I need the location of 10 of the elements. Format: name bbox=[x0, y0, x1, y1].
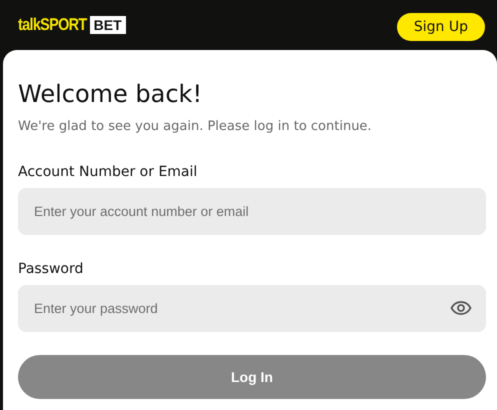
welcome-title: Welcome back! bbox=[18, 79, 204, 110]
welcome-subtitle: We're glad to see you again. Please log in to continue. bbox=[18, 118, 373, 136]
field-label: Password bbox=[18, 260, 84, 279]
logo-wordmark: talkSPORT bbox=[18, 15, 87, 35]
account-field[interactable]: Enter your account number or email bbox=[18, 188, 486, 235]
sign-up-button[interactable]: Sign Up bbox=[396, 13, 485, 41]
field-label: Account Number or Email bbox=[18, 163, 198, 182]
eye-icon[interactable] bbox=[450, 301, 472, 315]
password-field[interactable]: Enter your password bbox=[18, 285, 486, 332]
logo-badge: BET bbox=[90, 16, 126, 34]
